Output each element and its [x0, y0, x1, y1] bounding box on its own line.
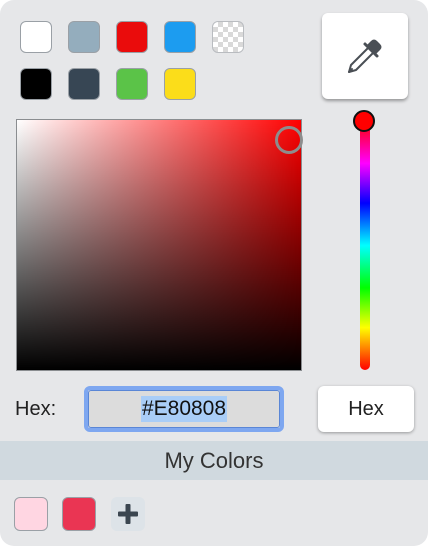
swatch-white[interactable]	[20, 21, 52, 53]
swatch-yellow[interactable]	[164, 68, 196, 100]
saturation-brightness-field[interactable]	[16, 119, 302, 371]
hue-slider-knob[interactable]	[353, 110, 375, 132]
swatch-red[interactable]	[116, 21, 148, 53]
my-color-swatch-1[interactable]	[14, 497, 48, 531]
swatch-gray-blue[interactable]	[68, 21, 100, 53]
swatch-transparent[interactable]	[212, 21, 244, 53]
my-colors-header: My Colors	[0, 441, 428, 480]
eyedropper-icon	[348, 39, 382, 73]
black-gradient-layer	[17, 120, 301, 370]
swatch-black[interactable]	[20, 68, 52, 100]
format-button[interactable]: Hex	[318, 386, 414, 432]
my-colors-title: My Colors	[164, 447, 264, 473]
hue-slider[interactable]	[360, 121, 370, 370]
hex-label: Hex:	[15, 398, 57, 420]
plus-icon	[118, 504, 138, 524]
swatch-dark-slate[interactable]	[68, 68, 100, 100]
hex-input[interactable]: #E80808	[84, 386, 284, 432]
my-color-swatch-2[interactable]	[62, 497, 96, 531]
hex-value: #E80808	[140, 396, 228, 422]
swatch-blue[interactable]	[164, 21, 196, 53]
color-picker-panel: Hex: #E80808 Hex My Colors	[0, 0, 428, 546]
add-color-button[interactable]	[111, 497, 145, 531]
eyedropper-button[interactable]	[322, 13, 408, 99]
swatch-green[interactable]	[116, 68, 148, 100]
